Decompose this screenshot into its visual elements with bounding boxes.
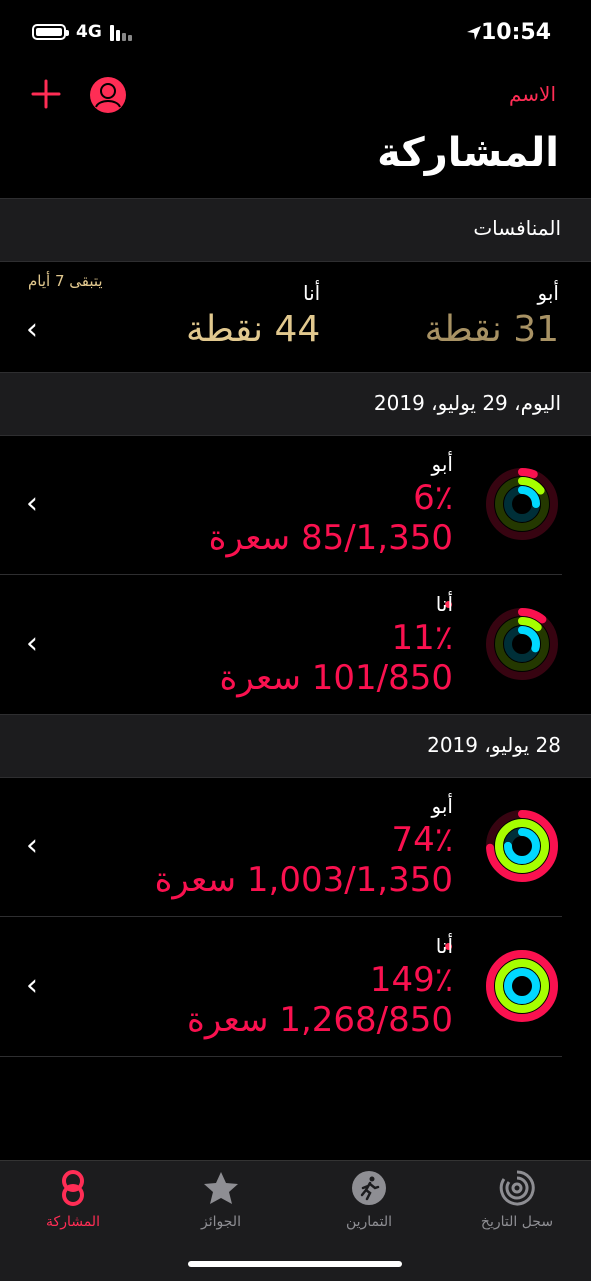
move-percent: 6٪: [413, 478, 453, 518]
activity-rings-icon: [486, 468, 558, 540]
competitor-me-score: 44 نقطة: [186, 309, 321, 350]
move-percent: 149٪: [369, 960, 453, 1000]
friend-name: أنا: [435, 592, 453, 616]
tab-awards[interactable]: الجوائز: [166, 1170, 276, 1230]
tab-history[interactable]: سجل التاريخ: [462, 1170, 572, 1230]
friend-name: أبو: [431, 452, 453, 476]
awards-star-icon: [204, 1172, 238, 1204]
signal-icon: [110, 25, 136, 41]
tab-workouts[interactable]: التمارين: [314, 1170, 424, 1230]
competitions-section-title: المنافسات: [473, 216, 561, 240]
chevron-icon: ‹: [26, 486, 38, 521]
move-percent: 11٪: [391, 618, 453, 658]
stand-ring: [504, 968, 540, 1004]
status-bar: 4G 10:54: [0, 0, 591, 66]
calories-text: 101/850 سعرة: [219, 658, 453, 698]
name-link[interactable]: الاسم: [509, 82, 556, 106]
date-section-title: 28 يوليو، 2019: [427, 733, 561, 757]
competitor-opponent-score: 31 نقطة: [424, 309, 559, 350]
home-indicator: [188, 1261, 402, 1267]
tab-sharing[interactable]: المشاركة: [18, 1170, 128, 1230]
history-rings-icon: [499, 1170, 535, 1206]
add-icon[interactable]: [28, 76, 64, 112]
days-left-label: يتبقى 7 أيام: [28, 272, 103, 290]
friend-name: أنا: [435, 934, 453, 958]
page-title: المشاركة: [377, 130, 559, 176]
network-type: 4G: [76, 22, 102, 42]
chevron-icon: ‹: [26, 828, 38, 863]
activity-rings-icon: [486, 608, 558, 680]
move-percent: 74٪: [391, 820, 453, 860]
activity-rings-icon: [486, 950, 558, 1022]
tab-label: المشاركة: [46, 1214, 100, 1230]
friend-name: أبو: [431, 794, 453, 818]
competitor-me-name: أنا: [303, 281, 321, 305]
tab-label: التمارين: [345, 1214, 393, 1230]
chevron-icon: ‹: [26, 312, 38, 347]
activity-rings-icon: [486, 810, 558, 882]
profile-avatar-icon[interactable]: [89, 76, 127, 114]
sharing-icon: [62, 1170, 84, 1206]
chevron-icon: ‹: [26, 968, 38, 1003]
battery-icon: [32, 24, 69, 40]
calories-text: 1,003/1,350 سعرة: [154, 860, 453, 900]
tab-label: سجل التاريخ: [480, 1214, 554, 1230]
tab-label: الجوائز: [201, 1214, 241, 1230]
date-section-title: اليوم، 29 يوليو، 2019: [373, 391, 561, 415]
competitor-opponent-name: أبو: [537, 281, 559, 305]
calories-text: 1,268/850 سعرة: [187, 1000, 453, 1040]
chevron-icon: ‹: [26, 626, 38, 661]
workouts-runner-icon: [352, 1171, 386, 1205]
calories-text: 85/1,350 سعرة: [208, 518, 453, 558]
row-divider: [0, 1056, 562, 1057]
clock-time: 10:54: [480, 20, 551, 45]
